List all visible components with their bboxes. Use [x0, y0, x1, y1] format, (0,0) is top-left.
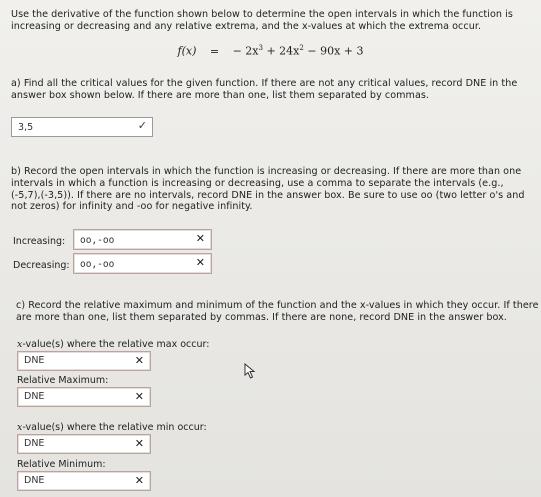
increasing-label: Increasing:	[13, 236, 66, 247]
decreasing-value: oo,-oo	[80, 259, 115, 270]
equation-term-1: − 2x	[232, 44, 259, 58]
min-x-input[interactable]: DNE ✕	[17, 434, 151, 454]
incorrect-x-icon: ✕	[195, 256, 205, 269]
incorrect-x-icon: ✕	[134, 474, 144, 487]
question-prompt: Use the derivative of the function shown…	[11, 9, 536, 33]
relative-max-label: Relative Maximum:	[17, 375, 109, 386]
part-c-line-1: c) Record the relative maximum and minim…	[16, 300, 539, 311]
part-b-line-3: (-5,7),(-3,5)). If there are no interval…	[11, 189, 525, 201]
relative-min-label: Relative Minimum:	[17, 459, 106, 470]
relative-min-value: DNE	[24, 475, 45, 486]
part-b-line-2: intervals in which a function is increas…	[11, 177, 504, 189]
max-x-label: x-value(s) where the relative max occur:	[17, 339, 209, 350]
incorrect-x-icon: ✕	[134, 390, 144, 403]
max-x-label-text: -value(s) where the relative max occur:	[22, 339, 210, 350]
part-c-line-2: are more than one, list them separated b…	[16, 311, 507, 323]
mouse-cursor-icon	[244, 363, 256, 379]
equation-term-2: + 24x	[262, 44, 300, 58]
part-a-instructions: a) Find all the critical values for the …	[11, 78, 539, 102]
decreasing-label: Decreasing:	[13, 260, 70, 271]
equation-term-3: − 90x + 3	[303, 44, 364, 58]
question-line-2: increasing or decreasing and any relativ…	[11, 20, 482, 32]
min-x-label: x-value(s) where the relative min occur:	[17, 422, 207, 433]
question-page: Use the derivative of the function shown…	[0, 0, 541, 497]
check-icon: ✓	[137, 119, 147, 132]
relative-min-input[interactable]: DNE ✕	[17, 471, 151, 491]
incorrect-x-icon: ✕	[134, 437, 144, 450]
increasing-input[interactable]: oo,-oo ✕	[73, 229, 212, 250]
critical-values-input[interactable]: 3,5 ✓	[11, 117, 153, 137]
increasing-value: oo,-oo	[80, 235, 115, 246]
part-a-line-2: answer box shown below. If there are mor…	[11, 89, 430, 101]
incorrect-x-icon: ✕	[134, 354, 144, 367]
critical-values-value: 3,5	[18, 122, 34, 133]
function-equation: f(x) = − 2x3 + 24x2 − 90x + 3	[0, 44, 541, 58]
part-c-instructions: c) Record the relative maximum and minim…	[16, 300, 541, 324]
question-line-1: Use the derivative of the function shown…	[11, 9, 513, 20]
equation-equals: =	[209, 44, 220, 58]
max-x-input[interactable]: DNE ✕	[17, 351, 151, 371]
part-b-line-4: not zeros) for infinity and -oo for nega…	[11, 201, 253, 213]
part-b-instructions: b) Record the open intervals in which th…	[11, 166, 539, 213]
max-x-value: DNE	[24, 355, 45, 366]
decreasing-input[interactable]: oo,-oo ✕	[73, 253, 212, 274]
equation-lhs: f(x)	[177, 44, 197, 58]
min-x-label-text: -value(s) where the relative min occur:	[22, 422, 207, 433]
relative-max-value: DNE	[24, 391, 45, 402]
incorrect-x-icon: ✕	[195, 232, 205, 245]
min-x-value: DNE	[24, 438, 45, 449]
part-b-line-1: b) Record the open intervals in which th…	[11, 166, 522, 177]
relative-max-input[interactable]: DNE ✕	[17, 387, 151, 407]
part-a-line-1: a) Find all the critical values for the …	[11, 78, 518, 89]
